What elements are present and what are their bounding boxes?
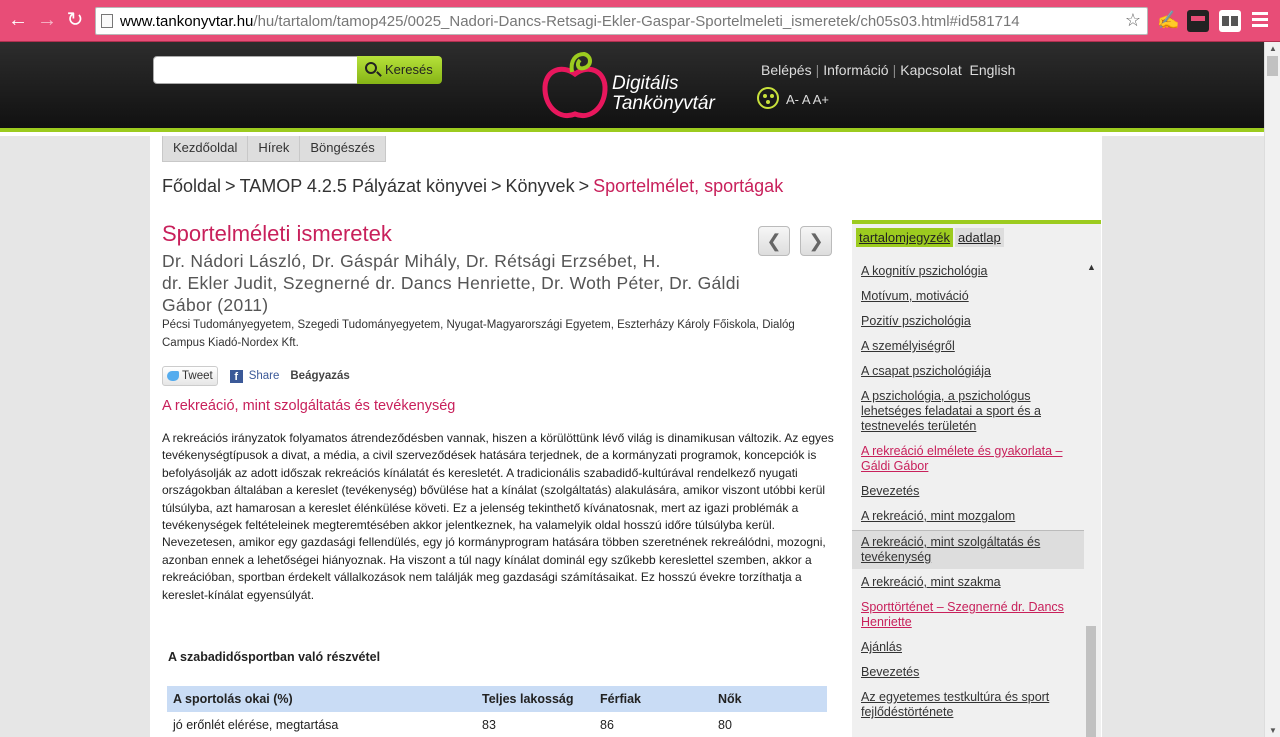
reload-icon[interactable]: ↻ (63, 8, 87, 32)
site-header: Keresés Digitális Tankönyvtár Belépés | In… (0, 42, 1264, 132)
main-tabs: Kezdőoldal Hírek Böngészés (162, 136, 386, 162)
facebook-share-button[interactable]: f Share (229, 369, 279, 383)
top-links: Belépés | Információ | Kapcsolat English (761, 62, 1016, 78)
table-caption: A szabadidősportban való részvétel (168, 650, 381, 664)
book-authors: Dr. Nádori László, Dr. Gáspár Mihály, Dr… (162, 251, 740, 315)
sidebar-tabs: tartalomjegyzék adatlap (856, 228, 1004, 247)
apple-logo-icon (542, 51, 608, 118)
search-button[interactable]: Keresés (357, 56, 442, 84)
toc-item[interactable]: A rekreáció elmélete és gyakorlata – Gál… (852, 444, 1085, 474)
toc-item[interactable]: A rekreáció, mint szolgáltatás és tevéke… (852, 530, 1085, 569)
social-bar: Tweet f Share Beágyazás (162, 366, 350, 386)
facebook-icon: f (229, 369, 243, 383)
breadcrumb-books[interactable]: Könyvek (506, 176, 575, 196)
info-link[interactable]: Információ (823, 62, 888, 78)
book-publisher: Pécsi Tudományegyetem, Szegedi Tudománye… (162, 319, 795, 349)
search-icon (365, 62, 377, 74)
search-button-label: Keresés (385, 62, 433, 77)
tab-datasheet[interactable]: adatlap (955, 228, 1004, 247)
extension-icon[interactable]: ✍ (1157, 10, 1179, 32)
book-title: Sportelméleti ismeretek (162, 221, 392, 246)
table-header: Nők (712, 686, 827, 712)
toc-item[interactable]: A rekreáció, mint szakma (852, 575, 1085, 590)
contact-link[interactable]: Kapcsolat (900, 62, 961, 78)
english-link[interactable]: English (970, 62, 1016, 78)
table-header: Teljes lakosság (476, 686, 594, 712)
toc-item[interactable]: Bevezetés (852, 484, 1085, 499)
login-link[interactable]: Belépés (761, 62, 812, 78)
toc-item[interactable]: Pozitív pszichológia (852, 314, 1085, 329)
font-size-controls[interactable]: A- A A+ (786, 92, 829, 107)
toc-item[interactable]: A rekreáció, mint mozgalom (852, 509, 1085, 524)
search-input[interactable] (153, 56, 359, 84)
table-header-row: A sportolás okai (%) Teljes lakosság Fér… (167, 686, 827, 712)
table-header: Férfiak (594, 686, 712, 712)
tab-news[interactable]: Hírek (248, 136, 301, 161)
url-path: /hu/tartalom/tamop425/0025_Nadori-Dancs-… (253, 13, 1020, 30)
tab-table-of-contents[interactable]: tartalomjegyzék (856, 228, 954, 247)
toc-item[interactable]: Ajánlás (852, 640, 1085, 655)
breadcrumb-current[interactable]: Sportelmélet, sportágak (593, 176, 783, 196)
page-icon (101, 14, 113, 28)
tab-home[interactable]: Kezdőoldal (163, 136, 249, 161)
toc-scrollbar[interactable]: ▲ (1084, 260, 1098, 737)
section-body: A rekreációs irányzatok folyamatos átren… (162, 431, 834, 602)
toc-item[interactable]: Motívum, motiváció (852, 289, 1085, 304)
toc-item[interactable]: Az egyetemes testkultúra és sport fejlőd… (852, 690, 1085, 720)
breadcrumb-home[interactable]: Főoldal (162, 176, 221, 196)
tab-browse[interactable]: Böngészés (300, 136, 384, 161)
breadcrumb-tamop[interactable]: TAMOP 4.2.5 Pályázat könyvei (240, 176, 487, 196)
table-row: jó erőnlét elérése, megtartása 83 86 80 (167, 712, 827, 737)
toc-list: A kognitív pszichológia Motívum, motiváci… (852, 264, 1085, 730)
toc-item[interactable]: Sporttörténet – Szegnerné dr. Dancs Henr… (852, 600, 1085, 630)
back-icon[interactable]: ← (6, 8, 30, 32)
extension-icon[interactable] (1187, 10, 1209, 32)
forward-icon[interactable]: → (35, 8, 59, 32)
toc-item[interactable]: A pszichológia, a pszichológus lehetsége… (852, 389, 1085, 434)
participation-table: A sportolás okai (%) Teljes lakosság Fér… (167, 686, 827, 737)
section-title: A rekreáció, mint szolgáltatás és tevéke… (162, 398, 456, 414)
scroll-up-icon[interactable]: ▲ (1269, 44, 1277, 53)
breadcrumb: Főoldal > TAMOP 4.2.5 Pályázat könyvei > Kön… (162, 176, 784, 196)
table-header: A sportolás okai (%) (167, 686, 476, 712)
toc-item[interactable]: A csapat pszichológiája (852, 364, 1085, 379)
toc-sidebar: tartalomjegyzék adatlap A kognitív pszic… (852, 220, 1101, 737)
tweet-button[interactable]: Tweet (162, 366, 218, 386)
scroll-up-icon[interactable]: ▲ (1087, 262, 1096, 272)
embed-link[interactable]: Beágyazás (290, 370, 349, 382)
table-cell: 83 (482, 718, 496, 732)
scroll-thumb[interactable] (1267, 56, 1278, 76)
address-bar[interactable]: www.tankonyvtar.hu/hu/tartalom/tamop425/… (95, 7, 1148, 35)
menu-icon[interactable] (1252, 12, 1268, 28)
scroll-down-icon[interactable]: ▼ (1269, 726, 1277, 735)
browser-toolbar: ← → ↻ www.tankonyvtar.hu/hu/tartalom/tam… (0, 0, 1280, 42)
page-scrollbar[interactable]: ▲ ▼ (1264, 42, 1280, 737)
logo-text: Digitális Tankönyvtár (612, 74, 715, 114)
logo-line-2: Tankönyvtár (612, 93, 715, 114)
bookmark-star-icon[interactable]: ☆ (1125, 10, 1141, 31)
toc-item[interactable]: A személyiségről (852, 339, 1085, 354)
accessibility-icon[interactable] (757, 87, 779, 109)
url-host: www.tankonyvtar.hu (120, 13, 254, 30)
toc-item[interactable]: A kognitív pszichológia (852, 264, 1085, 279)
scroll-thumb[interactable] (1086, 626, 1096, 737)
logo-line-1: Digitális (612, 73, 679, 94)
toc-item[interactable]: Bevezetés (852, 665, 1085, 680)
table-cell: 80 (718, 718, 732, 732)
twitter-bird-icon (167, 371, 179, 381)
extension-icon[interactable] (1219, 10, 1241, 32)
url-text: www.tankonyvtar.hu/hu/tartalom/tamop425/… (120, 13, 1020, 30)
table-cell: jó erőnlét elérése, megtartása (173, 718, 339, 732)
site-logo[interactable]: Digitális Tankönyvtár (540, 51, 720, 122)
table-cell: 86 (600, 718, 614, 732)
